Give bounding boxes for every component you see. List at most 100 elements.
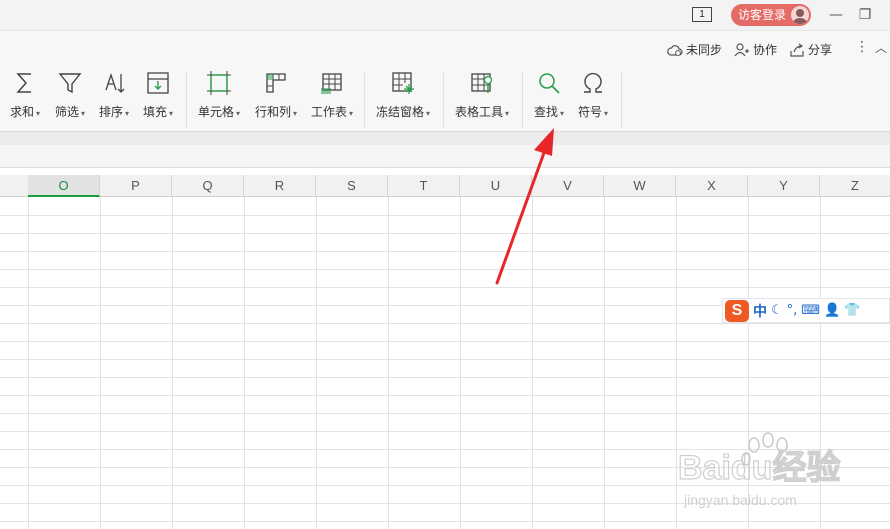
share-button[interactable]: 分享 [789, 41, 832, 58]
column-header-row: O P Q R S T U V W X Y Z [0, 175, 890, 197]
table-tools-button[interactable]: 表格工具 [451, 70, 513, 126]
restore-button[interactable]: ❐ [855, 5, 875, 25]
grid-line [0, 341, 890, 342]
cell-label: 单元格 [194, 103, 244, 120]
freeze-panes-icon [392, 72, 414, 94]
worksheet-label: 工作表 [307, 103, 357, 120]
share-icon [790, 43, 804, 57]
freeze-panes-label: 冻结窗格 [372, 103, 434, 120]
person-icon [734, 42, 749, 56]
symbol-label: 符号 [574, 103, 612, 120]
sync-status-button[interactable]: 未同步 [667, 41, 722, 58]
sogou-logo-icon: S [725, 299, 749, 322]
more-options-icon[interactable]: ⋮ [855, 39, 869, 55]
column-header-x[interactable]: X [676, 175, 748, 197]
grid-line [0, 485, 890, 486]
worksheet-icon [321, 73, 342, 94]
grid-line [460, 197, 461, 529]
ribbon-divider [443, 72, 444, 128]
grid-line [0, 521, 890, 522]
search-icon [539, 73, 560, 94]
filter-label: 筛选 [51, 103, 89, 120]
grid-line [604, 197, 605, 529]
grid-line [532, 197, 533, 529]
column-header-w[interactable]: W [604, 175, 676, 197]
ribbon-divider [621, 72, 622, 128]
cell-button[interactable]: 单元格 [194, 70, 244, 126]
user-icon[interactable]: 👤 [824, 303, 840, 318]
grid-line [0, 215, 890, 216]
ribbon-divider [186, 72, 187, 128]
row-col-icon [266, 73, 286, 93]
column-header-r[interactable]: R [244, 175, 316, 197]
column-header-q[interactable]: Q [172, 175, 244, 197]
find-button[interactable]: 查找 [530, 70, 568, 126]
sort-button[interactable]: 排序 [95, 70, 133, 126]
grid-line [748, 197, 749, 529]
table-tools-icon [471, 73, 493, 93]
column-header-s[interactable]: S [316, 175, 388, 197]
sort-label: 排序 [95, 103, 133, 120]
grid-line [0, 251, 890, 252]
guest-login-label: 访客登录 [738, 8, 787, 22]
punctuation-icon[interactable]: °, [787, 303, 798, 318]
ime-mode-toggle[interactable]: 中 [753, 301, 767, 321]
grid-line [316, 197, 317, 529]
grid-line [0, 359, 890, 360]
collaborate-label: 协作 [753, 43, 778, 57]
row-col-label: 行和列 [251, 103, 301, 120]
ribbon-divider [364, 72, 365, 128]
guest-login-button[interactable]: 访客登录 [731, 4, 811, 26]
ribbon: 求和 筛选 排序 填充 单元格 行和列 工作表 冻结窗格 表格工具 查找 [0, 66, 890, 132]
grid-line [0, 449, 890, 450]
sigma-icon [16, 73, 31, 93]
grid-line [0, 269, 890, 270]
column-header-p[interactable]: P [100, 175, 172, 197]
collaborate-button[interactable]: 协作 [734, 41, 777, 58]
fill-button[interactable]: 填充 [139, 70, 177, 126]
grid-line [0, 503, 890, 504]
formula-bar[interactable] [0, 145, 890, 168]
skin-shirt-icon[interactable]: 👕 [844, 303, 860, 318]
grid-line [28, 197, 29, 529]
fill-label: 填充 [139, 103, 177, 120]
grid-line [820, 197, 821, 529]
grid-line [0, 467, 890, 468]
column-header-o[interactable]: O [28, 175, 100, 197]
sub-toolbar: 未同步 协作 分享 ⋮ ︿ [0, 30, 890, 66]
grid-line [0, 287, 890, 288]
worksheet-button[interactable]: 工作表 [307, 70, 357, 126]
keyboard-icon[interactable]: ⌨ [801, 303, 820, 318]
ribbon-shadow [0, 132, 890, 145]
grid-line [0, 233, 890, 234]
freeze-panes-button[interactable]: 冻结窗格 [372, 70, 434, 126]
sum-button[interactable]: 求和 [6, 70, 44, 126]
find-label: 查找 [530, 103, 568, 120]
column-header-u[interactable]: U [460, 175, 532, 197]
grid-line [0, 395, 890, 396]
grid-line [244, 197, 245, 529]
ime-toolbar[interactable]: S 中 ☾ °, ⌨ 👤 👕 [722, 298, 890, 323]
filter-button[interactable]: 筛选 [51, 70, 89, 126]
cell-grid[interactable] [0, 197, 890, 529]
grid-line [100, 197, 101, 529]
column-header-y[interactable]: Y [748, 175, 820, 197]
fill-icon [147, 72, 169, 94]
page-indicator[interactable]: 1 [692, 7, 712, 22]
grid-line [0, 377, 890, 378]
avatar-icon [791, 6, 809, 24]
moon-icon[interactable]: ☾ [771, 303, 783, 318]
symbol-button[interactable]: 符号 [574, 70, 612, 126]
grid-line [0, 413, 890, 414]
share-label: 分享 [808, 43, 833, 57]
sync-status-label: 未同步 [686, 43, 723, 57]
minimize-button[interactable]: — [826, 5, 846, 25]
sum-label: 求和 [6, 103, 44, 120]
collapse-ribbon-icon[interactable]: ︿ [875, 39, 887, 56]
column-header-v[interactable]: V [532, 175, 604, 197]
sort-icon [105, 72, 125, 93]
column-header-t[interactable]: T [388, 175, 460, 197]
column-header-z[interactable]: Z [820, 175, 890, 197]
row-col-button[interactable]: 行和列 [251, 70, 301, 126]
grid-line [172, 197, 173, 529]
